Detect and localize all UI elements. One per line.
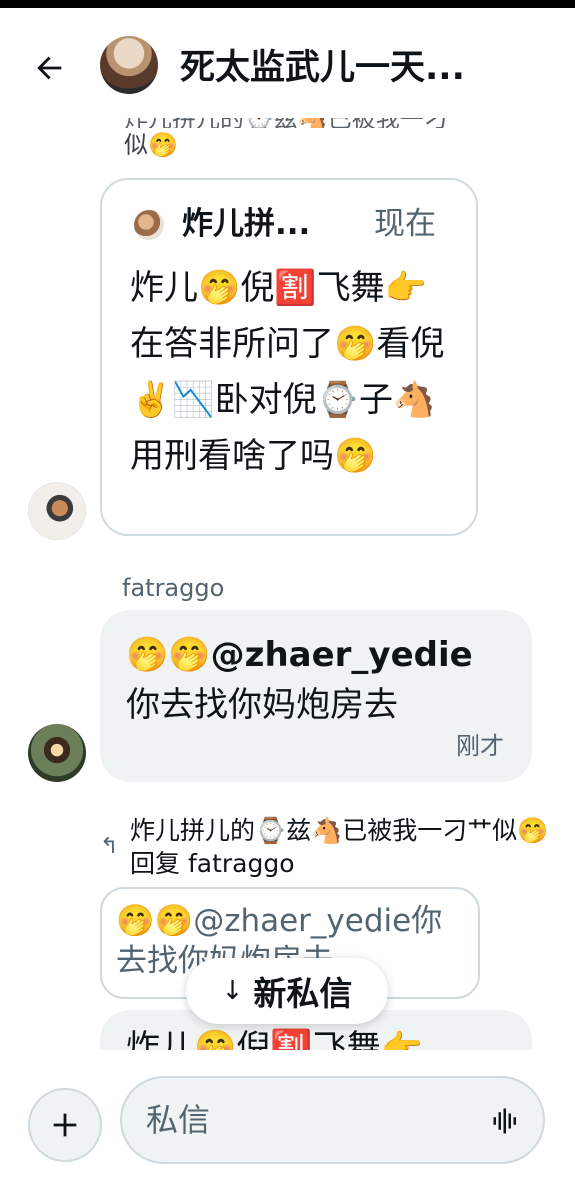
waveform-icon — [493, 1108, 516, 1134]
quoted-context-line: 似🤭 — [124, 131, 178, 159]
new-messages-button[interactable]: ↓ 新私信 — [186, 958, 388, 1024]
reply-icon: ↰ — [100, 834, 119, 859]
plus-icon — [53, 1113, 77, 1137]
status-bar — [0, 0, 575, 8]
new-messages-label: 新私信 — [253, 974, 353, 1013]
add-attachment-button[interactable] — [28, 1088, 102, 1162]
quoted-author-avatar — [134, 210, 164, 240]
sender-avatar[interactable] — [28, 724, 86, 782]
message-input-box[interactable] — [120, 1076, 545, 1164]
sender-name: fatraggo — [122, 574, 225, 602]
quoted-message-text: 炸儿🤭倪🈹飞舞👉在答非所问了🤭看倪✌️📉卧对倪⌚子🐴用刑看啥了吗🤭 — [130, 268, 445, 476]
conversation-title[interactable]: 死太监武儿一天... — [180, 46, 520, 90]
reply-context-text: 炸儿拼儿的⌚兹🐴已被我一刁艹似🤭 回复 fatraggo — [130, 816, 549, 878]
message-input[interactable] — [146, 1096, 466, 1144]
message-body: 你去找你妈炮房去 — [126, 685, 398, 725]
arrow-left-icon — [37, 56, 62, 80]
sender-avatar[interactable] — [28, 482, 86, 540]
message-text: 🤭🤭@zhaer_yedie 你去找你妈炮房去 — [126, 630, 516, 730]
message-emoji: 🤭🤭 — [126, 635, 211, 675]
quoted-message-card[interactable]: 炸儿拼... 现在 炸儿🤭倪🈹飞舞👉在答非所问了🤭看倪✌️📉卧对倪⌚子🐴用刑看啥… — [100, 178, 478, 536]
voice-message-button[interactable] — [489, 1104, 523, 1138]
quoted-author-name: 炸儿拼... — [182, 206, 311, 242]
back-button[interactable] — [28, 46, 72, 90]
mention-link[interactable]: @zhaer_yedie — [211, 635, 473, 675]
message-timestamp: 刚才 — [456, 732, 504, 760]
quoted-message-time: 现在 — [374, 206, 436, 242]
message-bubble[interactable]: 🤭🤭@zhaer_yedie 你去找你妈炮房去 刚才 — [100, 610, 532, 782]
conversation-avatar[interactable] — [100, 36, 158, 94]
conversation-header: 死太监武儿一天... — [0, 8, 575, 118]
message-composer — [0, 1050, 575, 1200]
arrow-down-icon: ↓ — [221, 976, 244, 1006]
message-text: 炸儿🤭倪🈹飞舞👉 — [126, 1028, 424, 1050]
quoted-message-context: 炸儿拼儿的⌚兹🐴已被我一刁 似🤭 — [124, 112, 524, 162]
